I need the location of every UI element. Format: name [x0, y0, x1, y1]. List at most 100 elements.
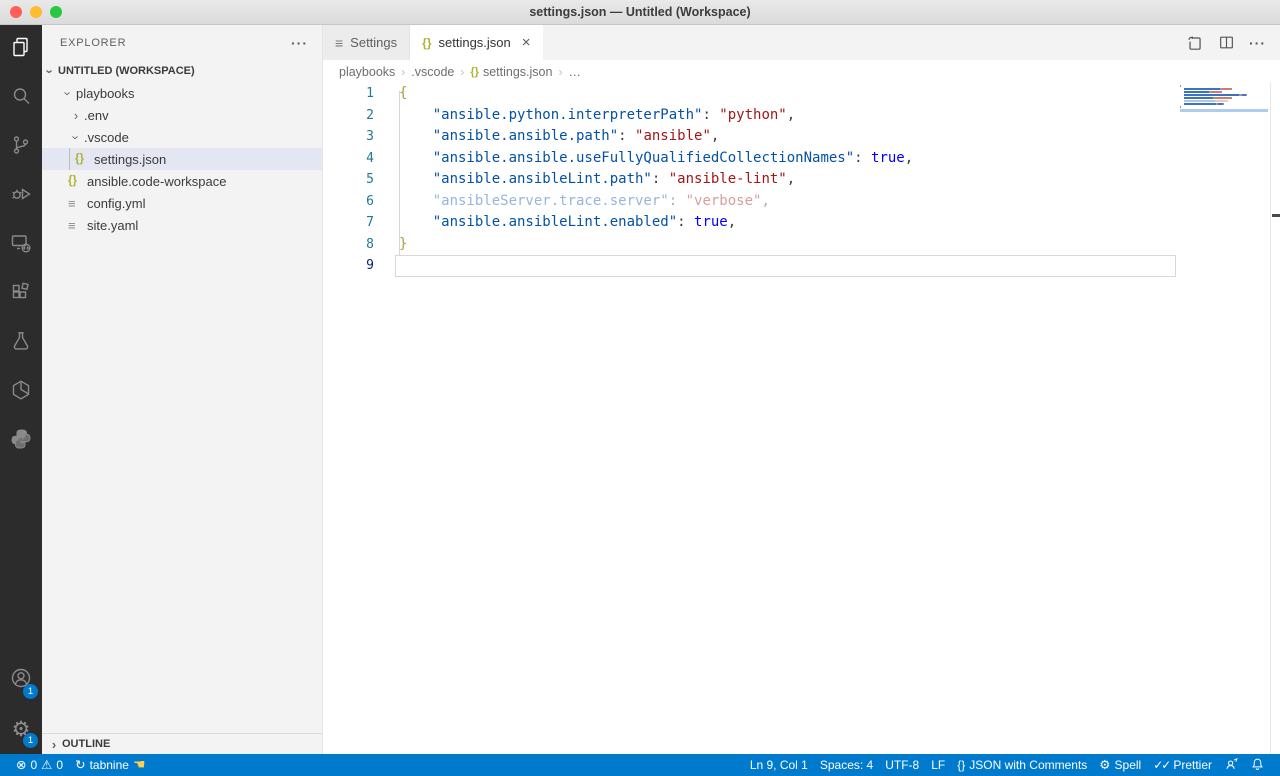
tree-item-config-yml[interactable]: ≡ config.yml — [42, 192, 322, 214]
accounts-button[interactable]: 1 — [0, 656, 42, 705]
breadcrumb-settings-json[interactable]: {} settings.json — [470, 65, 552, 79]
breadcrumb-playbooks[interactable]: playbooks — [339, 65, 395, 79]
yaml-file-icon: ≡ — [68, 195, 76, 211]
tab-settings-json[interactable]: {} settings.json × — [410, 25, 543, 60]
code-line-7[interactable]: 7 "ansible.ansibleLint.enabled": true, — [323, 212, 1280, 234]
encoding-setting[interactable]: UTF-8 — [879, 754, 925, 776]
code-line-2[interactable]: 2 "ansible.python.interpreterPath": "pyt… — [323, 105, 1280, 127]
line-content[interactable]: } — [374, 234, 407, 256]
code-line-3[interactable]: 3 "ansible.ansible.path": "ansible", — [323, 126, 1280, 148]
line-content[interactable]: "ansibleServer.trace.server": "verbose", — [374, 191, 770, 213]
indentation-setting[interactable]: Spaces: 4 — [814, 754, 879, 776]
bell-icon — [1251, 757, 1264, 774]
chevron-right-icon: › — [73, 107, 79, 123]
minimap[interactable] — [1180, 85, 1268, 112]
manage-button[interactable]: ⚙ 1 — [0, 705, 42, 754]
tree-item-site-yaml[interactable]: ≡ site.yaml — [42, 214, 322, 236]
run-debug-icon — [9, 182, 33, 211]
line-number[interactable]: 3 — [323, 126, 374, 148]
pointing-hand-icon: ☚ — [132, 757, 146, 773]
line-number[interactable]: 2 — [323, 105, 374, 127]
editor-group: ≡ Settings {} settings.json × ··· playbo… — [323, 25, 1280, 754]
code-line-5[interactable]: 5 "ansible.ansibleLint.path": "ansible-l… — [323, 169, 1280, 191]
chevron-down-icon: › — [60, 90, 76, 96]
activity-bar-search-button[interactable] — [0, 74, 42, 123]
overview-ruler-mark — [1272, 214, 1280, 217]
explorer-more-actions-button[interactable]: ··· — [291, 35, 308, 51]
line-content[interactable]: "ansible.ansibleLint.path": "ansible-lin… — [374, 169, 795, 191]
activity-bar-remote-explorer-button[interactable] — [0, 221, 42, 270]
tree-item-settings-json[interactable]: {} settings.json — [42, 148, 322, 170]
tree-item--vscode[interactable]: › .vscode — [42, 126, 322, 148]
activity-bar-source-control-button[interactable] — [0, 123, 42, 172]
open-settings-ui-button[interactable] — [1186, 34, 1204, 52]
cursor-position[interactable]: Ln 9, Col 1 — [744, 754, 814, 776]
tabnine-status[interactable]: ↻ tabnine ☚ — [69, 754, 151, 776]
code-line-4[interactable]: 4 "ansible.ansible.useFullyQualifiedColl… — [323, 148, 1280, 170]
status-bar: ⊗ 0 ⚠ 0 ↻ tabnine ☚ Ln 9, Col 1 Spaces: … — [0, 754, 1280, 776]
activity-bar-extensions-button[interactable] — [0, 270, 42, 319]
spell-checker-status[interactable]: ⚙ Spell — [1093, 754, 1147, 776]
window-title: settings.json — Untitled (Workspace) — [529, 5, 751, 19]
breadcrumb-vscode[interactable]: .vscode — [411, 65, 454, 79]
maximize-window-button[interactable] — [50, 6, 62, 18]
activity-bar-collections-button[interactable] — [0, 368, 42, 417]
activity-bar: 1 ⚙ 1 — [0, 25, 42, 754]
code-line-8[interactable]: 8} — [323, 234, 1280, 256]
close-tab-icon[interactable]: × — [522, 34, 531, 51]
error-count: 0 — [30, 758, 38, 772]
line-number[interactable]: 1 — [323, 83, 374, 105]
more-actions-button[interactable]: ··· — [1249, 35, 1266, 51]
file-tree: › playbooks › .env › .vscode{} settings.json{}… — [42, 82, 322, 236]
line-content[interactable]: { — [374, 83, 407, 105]
activity-bar-run-debug-button[interactable] — [0, 172, 42, 221]
language-mode[interactable]: {} JSON with Comments — [951, 754, 1093, 776]
code-line-1[interactable]: 1{ — [323, 83, 1280, 105]
split-editor-button[interactable] — [1218, 34, 1235, 51]
code-line-6[interactable]: 6 "ansibleServer.trace.server": "verbose… — [323, 191, 1280, 213]
activity-bar-explorer-button[interactable] — [0, 25, 42, 74]
code-editor[interactable]: 1{2 "ansible.python.interpreterPath": "p… — [323, 83, 1280, 754]
activity-bar-python-button[interactable] — [0, 417, 42, 466]
line-number[interactable]: 4 — [323, 148, 374, 170]
settings-sliders-icon: ≡ — [335, 34, 344, 51]
line-number[interactable]: 6 — [323, 191, 374, 213]
line-content[interactable]: "ansible.ansibleLint.enabled": true, — [374, 212, 736, 234]
feedback-button[interactable] — [1218, 754, 1245, 776]
breadcrumb-symbol-ellipsis[interactable]: … — [568, 65, 581, 79]
tree-item--env[interactable]: › .env — [42, 104, 322, 126]
json-file-icon: {} — [75, 153, 84, 165]
eol-setting[interactable]: LF — [925, 754, 951, 776]
activity-bar-testing-button[interactable] — [0, 319, 42, 368]
manage-badge: 1 — [23, 733, 38, 748]
tab-settings[interactable]: ≡ Settings — [323, 25, 411, 60]
tree-item-playbooks[interactable]: › playbooks — [42, 82, 322, 104]
activity-bar-bottom: 1 ⚙ 1 — [0, 656, 42, 754]
line-content[interactable]: "ansible.ansible.useFullyQualifiedCollec… — [374, 148, 913, 170]
line-content[interactable]: "ansible.python.interpreterPath": "pytho… — [374, 105, 795, 127]
minimap-current-line — [1180, 109, 1268, 112]
breadcrumb: playbooks › .vscode › {} settings.json ›… — [323, 60, 1280, 83]
tree-item-ansible-code-workspace[interactable]: {} ansible.code-workspace — [42, 170, 322, 192]
json-braces-icon: {} — [957, 758, 966, 772]
workspace-section-header[interactable]: › UNTITLED (WORKSPACE) — [42, 60, 322, 82]
line-number[interactable]: 9 — [323, 255, 374, 277]
line-number[interactable]: 8 — [323, 234, 374, 256]
minimize-window-button[interactable] — [30, 6, 42, 18]
spell-gear-icon: ⚙ — [1099, 756, 1111, 772]
prettier-label: Prettier — [1173, 758, 1212, 772]
minimap-line — [1180, 100, 1268, 102]
outline-section-header[interactable]: › OUTLINE — [42, 733, 322, 754]
status-bar-right: Ln 9, Col 1 Spaces: 4 UTF-8 LF {} JSON w… — [744, 754, 1270, 776]
tree-item-label: site.yaml — [87, 217, 139, 233]
breadcrumb-separator: › — [460, 64, 465, 79]
prettier-status[interactable]: ✓✓ Prettier — [1147, 754, 1218, 776]
line-content[interactable]: "ansible.ansible.path": "ansible", — [374, 126, 720, 148]
error-icon: ⊗ — [16, 756, 27, 772]
problems-button[interactable]: ⊗ 0 ⚠ 0 — [10, 754, 69, 776]
line-number[interactable]: 5 — [323, 169, 374, 191]
accounts-badge: 1 — [23, 684, 38, 699]
notifications-button[interactable] — [1245, 754, 1270, 776]
line-number[interactable]: 7 — [323, 212, 374, 234]
close-window-button[interactable] — [10, 6, 22, 18]
